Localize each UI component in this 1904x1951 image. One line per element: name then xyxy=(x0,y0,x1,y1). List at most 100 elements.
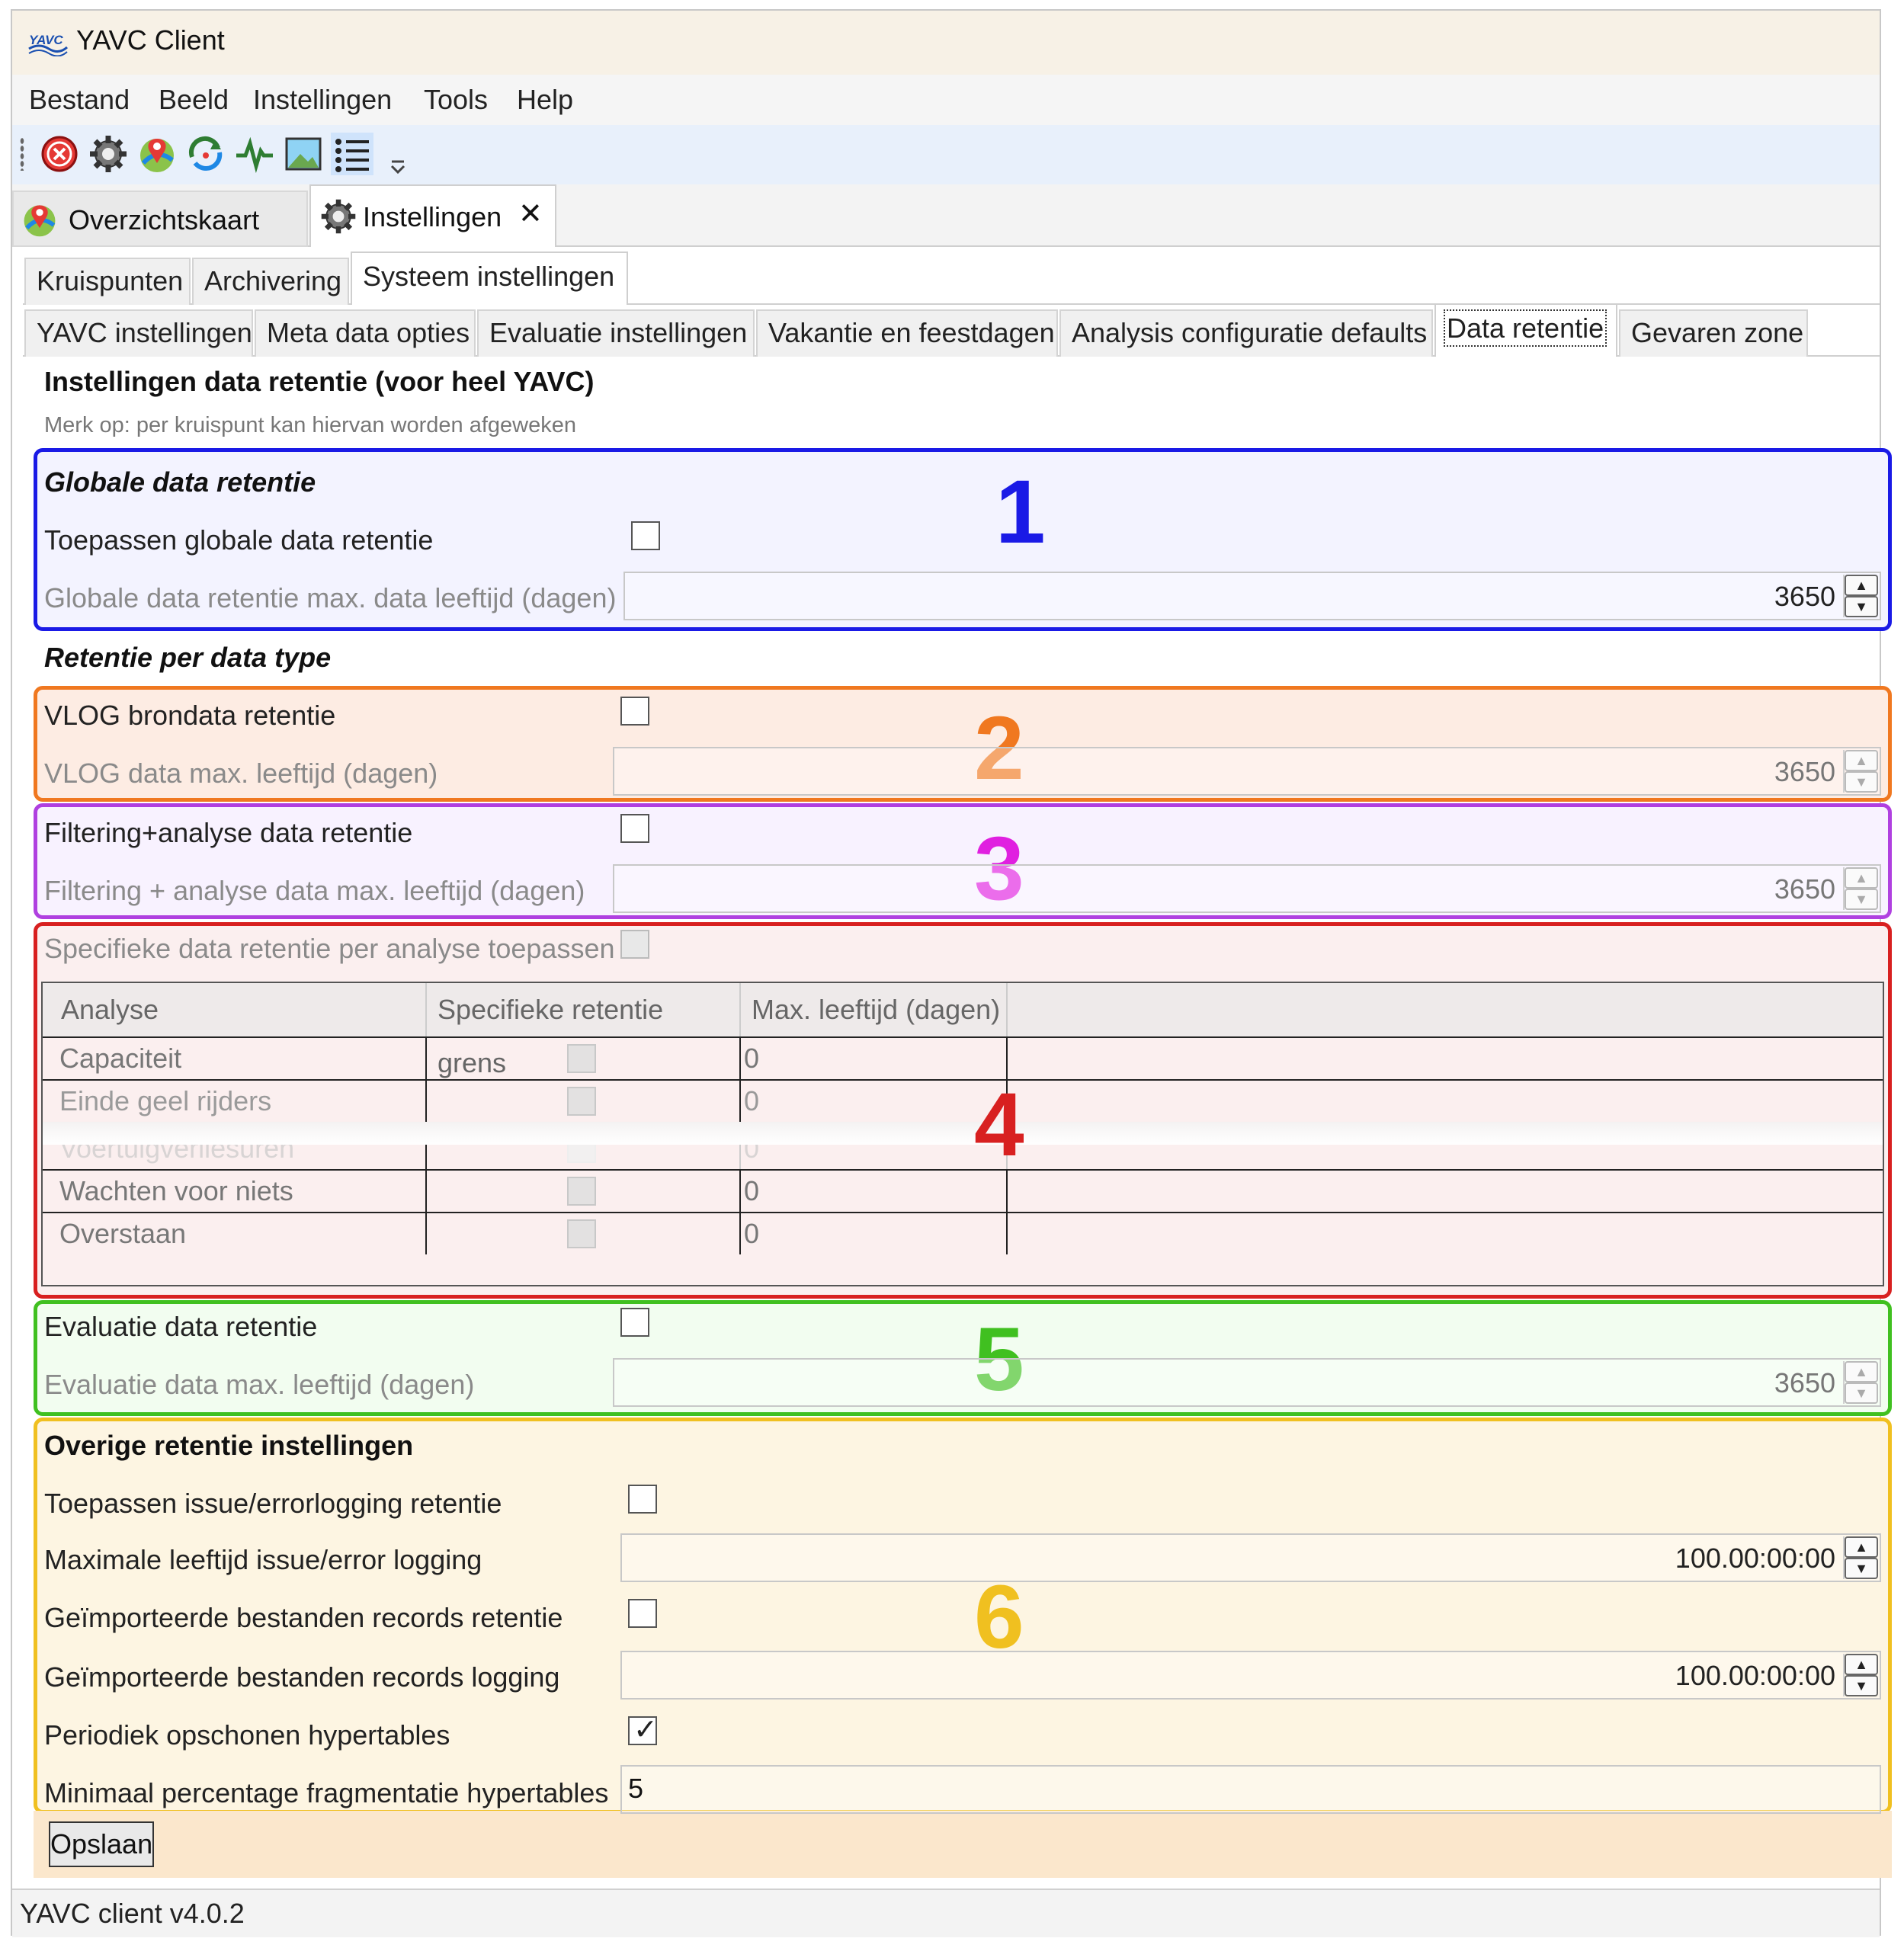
table-row-transition xyxy=(43,1122,1883,1145)
max-age-cell[interactable]: 0 xyxy=(741,1145,1008,1169)
spinbox-value: 100.00:00:00 xyxy=(1675,1660,1835,1691)
table-row[interactable]: Wachten voor niets 0 xyxy=(43,1169,1883,1212)
spin-up-icon[interactable]: ▲ xyxy=(1845,575,1878,596)
gear-icon[interactable] xyxy=(87,133,130,175)
analysis-name: Wachten voor niets xyxy=(43,1171,427,1212)
column-header[interactable]: Specifieke retentie grens xyxy=(427,983,741,1078)
settings-tabs: Kruispunten Archivering Systeem instelli… xyxy=(23,247,1880,305)
max-age-cell[interactable]: 0 xyxy=(741,1213,1008,1254)
filtering-apply-checkbox[interactable] xyxy=(620,814,649,843)
system-tabs: YAVC instellingen Meta data opties Evalu… xyxy=(23,303,1880,357)
row-checkbox[interactable] xyxy=(567,1177,596,1206)
filtering-apply-label: Filtering+analyse data retentie xyxy=(44,817,413,848)
spin-up-icon[interactable]: ▲ xyxy=(1845,1361,1878,1382)
row-checkbox[interactable] xyxy=(567,1219,596,1248)
menu-instellingen[interactable]: Instellingen xyxy=(253,84,392,116)
spinbox-value: 3650 xyxy=(1774,1367,1835,1398)
list-icon[interactable] xyxy=(331,133,373,175)
evaluatie-max-age-spinbox[interactable]: 3650 ▲ ▼ xyxy=(613,1358,1881,1407)
column-header[interactable]: Analyse xyxy=(43,983,427,1036)
evaluatie-max-age-label: Evaluatie data max. leeftijd (dagen) xyxy=(44,1369,475,1400)
tab-evaluatie-instellingen[interactable]: Evaluatie instellingen xyxy=(477,309,755,357)
menu-bestand[interactable]: Bestand xyxy=(29,84,130,116)
imported-apply-checkbox[interactable] xyxy=(628,1599,657,1628)
specific-apply-label: Specifieke data retentie per analyse toe… xyxy=(44,933,615,964)
hypertables-checkbox[interactable]: ✓ xyxy=(628,1714,658,1746)
imported-apply-label: Geïmporteerde bestanden records retentie xyxy=(44,1602,563,1633)
max-age-cell[interactable]: 0 xyxy=(741,1081,1008,1122)
max-age-cell[interactable]: 0 xyxy=(741,1171,1008,1212)
spinbox-value: 3650 xyxy=(1774,581,1835,612)
tab-data-retentie[interactable]: Data retentie xyxy=(1434,303,1617,357)
spin-down-icon[interactable]: ▼ xyxy=(1845,1382,1878,1404)
tab-yavc-instellingen[interactable]: YAVC instellingen xyxy=(24,309,253,357)
spinbox-value: 3650 xyxy=(1774,873,1835,905)
analysis-table: Analyse Specifieke retentie grens Max. l… xyxy=(41,982,1884,1286)
status-bar: YAVC client v4.0.2 xyxy=(12,1889,1880,1937)
overflow-chevron-icon[interactable] xyxy=(389,133,407,175)
yavc-logo-icon: YAVC xyxy=(28,33,69,56)
menu-beeld[interactable]: Beeld xyxy=(159,84,229,116)
tab-analysis-configuratie-defaults[interactable]: Analysis configuratie defaults xyxy=(1059,309,1433,357)
close-icon[interactable]: ✕ xyxy=(518,197,543,231)
spin-up-icon[interactable]: ▲ xyxy=(1845,1654,1878,1675)
table-row[interactable]: Capaciteit 0 xyxy=(43,1036,1883,1079)
tab-instellingen[interactable]: Instellingen ✕ xyxy=(309,184,556,247)
fragmentation-input[interactable]: 5 xyxy=(620,1765,1881,1814)
menu-help[interactable]: Help xyxy=(517,84,573,116)
tab-gevaren-zone[interactable]: Gevaren zone xyxy=(1619,309,1808,357)
column-header[interactable]: Max. leeftijd (dagen) xyxy=(741,983,1008,1036)
specific-apply-checkbox[interactable] xyxy=(620,930,649,959)
row-checkbox[interactable] xyxy=(567,1145,596,1163)
spin-down-icon[interactable]: ▼ xyxy=(1845,889,1878,910)
tab-meta-data-opties[interactable]: Meta data opties xyxy=(255,309,476,357)
tab-kruispunten[interactable]: Kruispunten xyxy=(24,258,191,305)
max-age-cell[interactable]: 0 xyxy=(741,1038,1008,1079)
tab-vakantie-en-feestdagen[interactable]: Vakantie en feestdagen xyxy=(756,309,1058,357)
title-bar: YAVC YAVC Client xyxy=(12,11,1880,75)
vlog-apply-label: VLOG brondata retentie xyxy=(44,700,336,731)
tab-overzichtskaart[interactable]: Overzichtskaart xyxy=(12,191,308,247)
vlog-max-age-spinbox[interactable]: 3650 ▲ ▼ xyxy=(613,747,1881,796)
refresh-icon[interactable] xyxy=(184,133,227,175)
apply-global-checkbox[interactable] xyxy=(631,521,660,550)
spin-up-icon[interactable]: ▲ xyxy=(1845,867,1878,889)
evaluatie-apply-checkbox[interactable] xyxy=(620,1308,649,1337)
spin-down-icon[interactable]: ▼ xyxy=(1845,1675,1878,1696)
checkmark-icon: ✓ xyxy=(633,1714,658,1746)
vlog-max-age-label: VLOG data max. leeftijd (dagen) xyxy=(44,758,438,789)
save-button[interactable]: Opslaan xyxy=(49,1821,154,1867)
spin-down-icon[interactable]: ▼ xyxy=(1845,596,1878,617)
column-header-empty xyxy=(1008,983,1883,1036)
row-checkbox[interactable] xyxy=(567,1044,596,1073)
filtering-max-age-spinbox[interactable]: 3650 ▲ ▼ xyxy=(613,864,1881,913)
issue-max-age-spinbox[interactable]: 100.00:00:00 ▲ ▼ xyxy=(620,1533,1881,1582)
issue-apply-checkbox[interactable] xyxy=(628,1485,657,1514)
spinbox-value: 3650 xyxy=(1774,756,1835,787)
close-red-icon[interactable] xyxy=(38,133,81,175)
tab-systeem-instellingen[interactable]: Systeem instellingen xyxy=(351,251,628,305)
vlog-apply-checkbox[interactable] xyxy=(620,697,649,726)
table-row[interactable]: Einde geel rijders 0 xyxy=(43,1079,1883,1122)
pulse-icon[interactable] xyxy=(233,133,276,175)
image-icon[interactable] xyxy=(282,133,325,175)
issue-max-age-label: Maximale leeftijd issue/error logging xyxy=(44,1544,482,1575)
imported-log-spinbox[interactable]: 100.00:00:00 ▲ ▼ xyxy=(620,1651,1881,1700)
spin-up-icon[interactable]: ▲ xyxy=(1845,750,1878,771)
spin-up-icon[interactable]: ▲ xyxy=(1845,1536,1878,1558)
tab-archivering[interactable]: Archivering xyxy=(192,258,349,305)
row-checkbox[interactable] xyxy=(567,1087,596,1116)
table-row[interactable]: Overstaan 0 xyxy=(43,1212,1883,1254)
map-pin-icon[interactable] xyxy=(136,133,178,175)
window-title: YAVC Client xyxy=(76,24,225,56)
toolbar-grip-icon[interactable] xyxy=(20,137,24,171)
spin-down-icon[interactable]: ▼ xyxy=(1845,771,1878,793)
spin-down-icon[interactable]: ▼ xyxy=(1845,1558,1878,1579)
menu-tools[interactable]: Tools xyxy=(424,84,488,116)
toolbar xyxy=(12,125,1880,184)
evaluatie-apply-label: Evaluatie data retentie xyxy=(44,1311,318,1342)
apply-global-label: Toepassen globale data retentie xyxy=(44,524,434,556)
table-row[interactable]: Voertuigverliesuren 0 xyxy=(43,1145,1883,1169)
global-max-age-spinbox[interactable]: 3650 ▲ ▼ xyxy=(623,572,1881,620)
section-title: Overige retentie instellingen xyxy=(44,1430,414,1461)
